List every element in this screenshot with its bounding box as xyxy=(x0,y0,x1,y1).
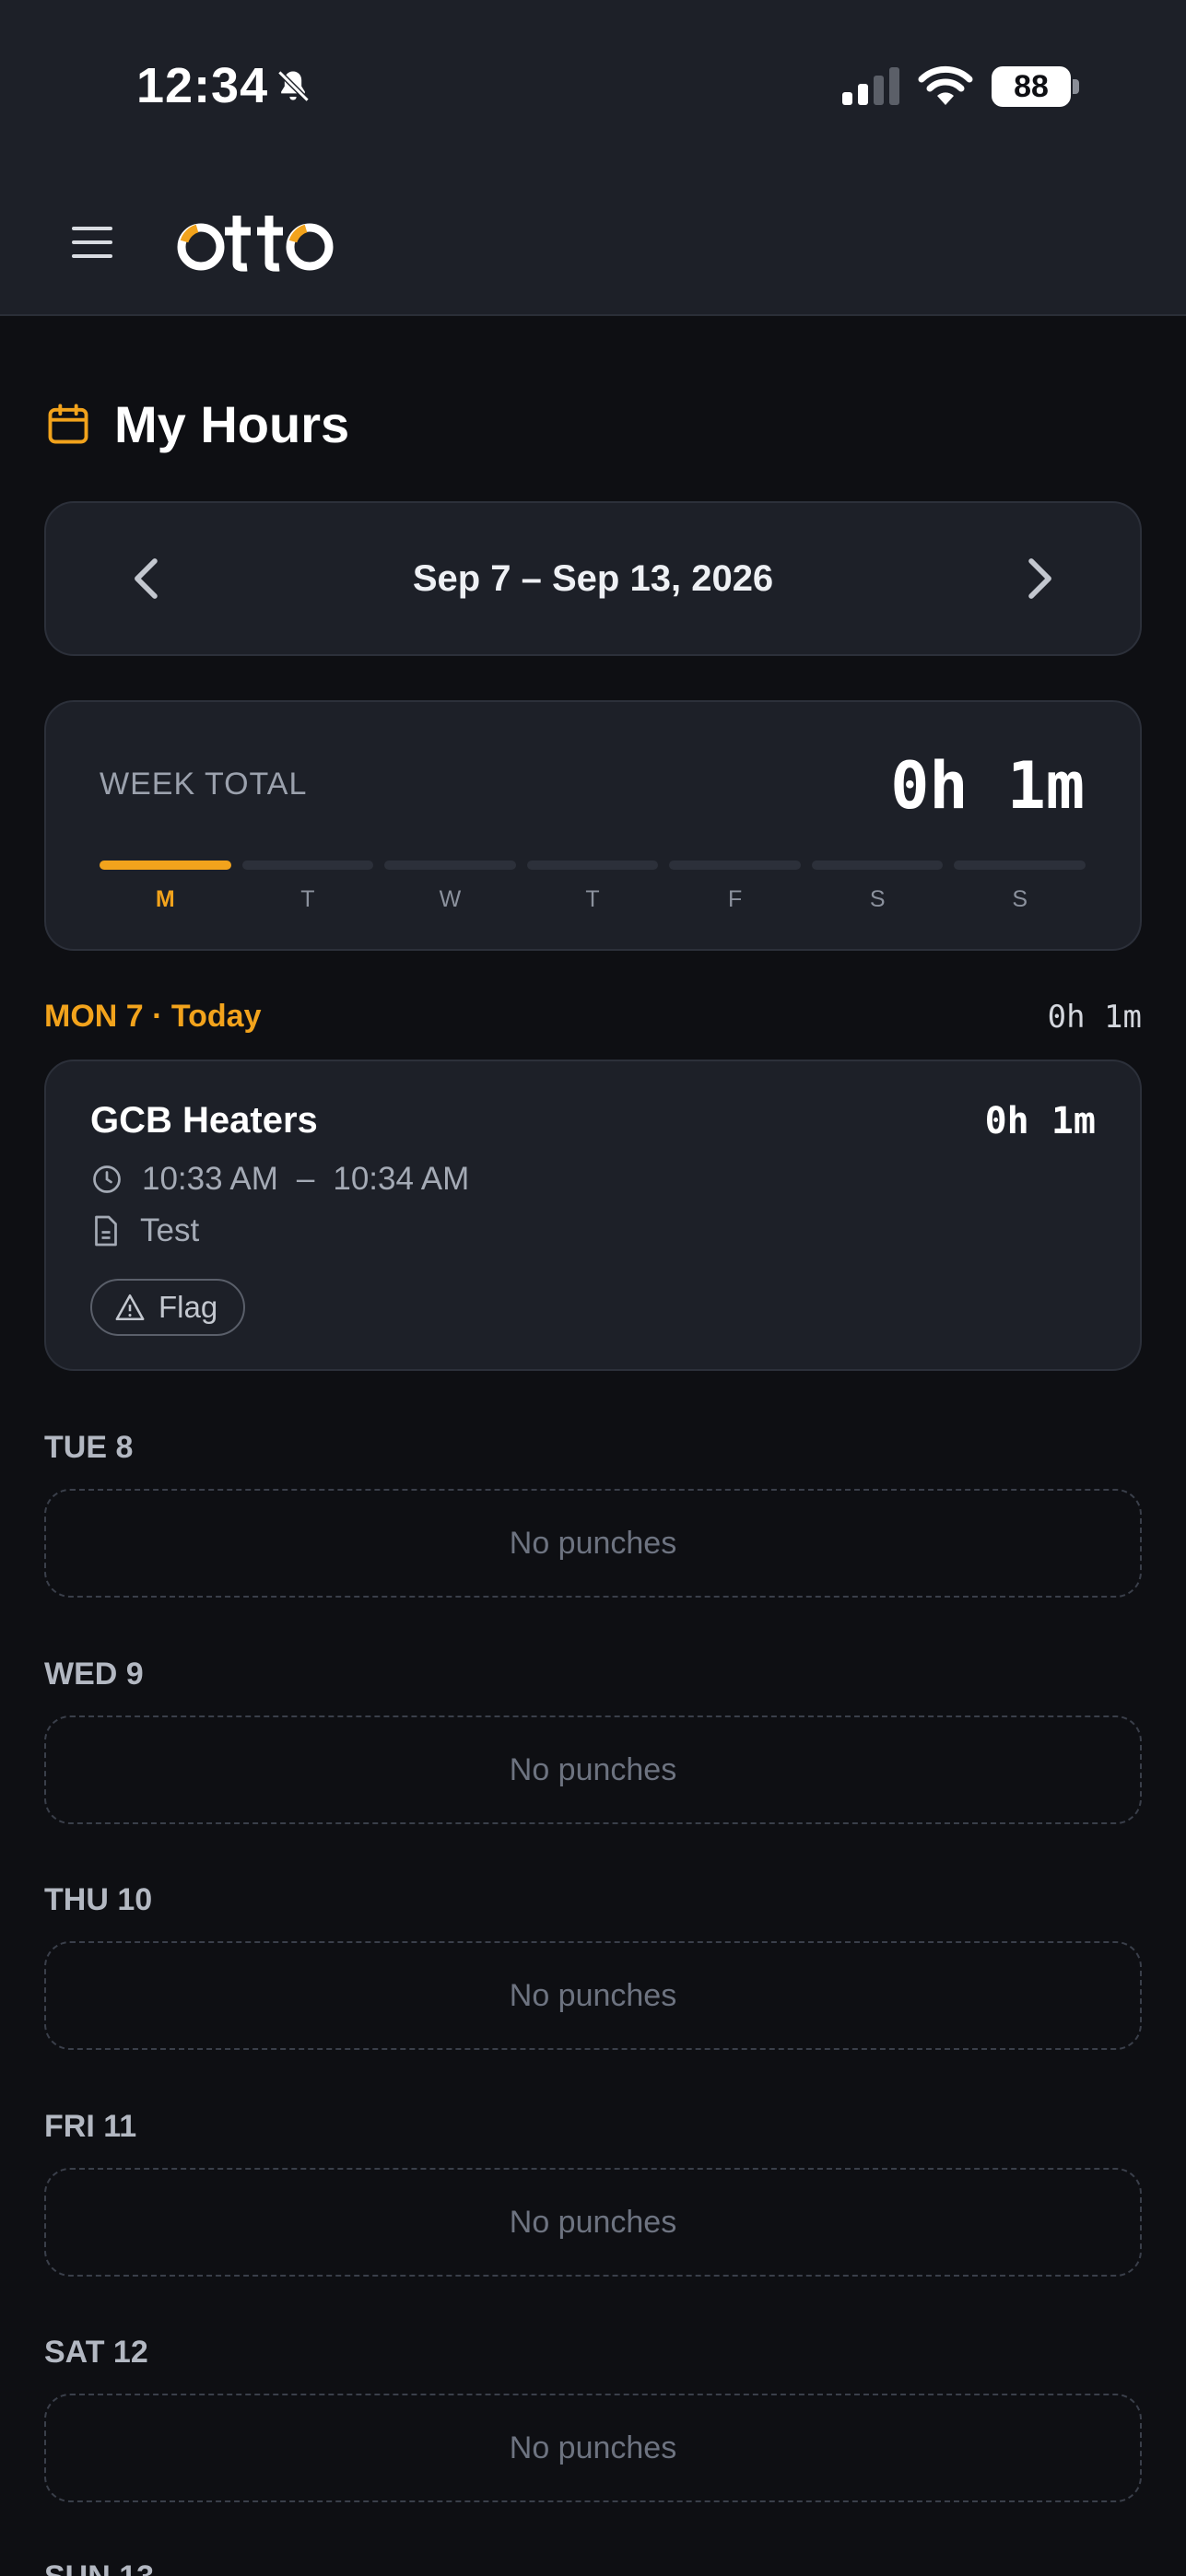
punch-end: 10:34 AM xyxy=(333,1161,470,1197)
calendar-icon xyxy=(48,404,88,444)
weekday-col: M xyxy=(100,861,231,927)
document-icon xyxy=(95,1215,117,1247)
flag-label: Flag xyxy=(159,1290,218,1324)
day-header-tue: TUE 8 xyxy=(44,1430,134,1465)
bell-muted-icon xyxy=(277,70,310,102)
battery-indicator: 88 xyxy=(992,66,1080,107)
weekday-col: F xyxy=(669,861,801,927)
battery-level: 88 xyxy=(1014,69,1049,104)
weekday-col: T xyxy=(241,861,374,927)
punch-card[interactable]: GCB Heaters 0h 1m 10:33 AM – 10:34 AM Te… xyxy=(44,1060,1142,1371)
top-bar: 12:34 88 otto xyxy=(0,0,1186,316)
punch-time-range: 10:33 AM – 10:34 AM xyxy=(90,1161,469,1198)
day-letter: S xyxy=(1012,886,1028,912)
empty-day-placeholder: No punches xyxy=(44,1941,1142,2050)
day-header-fri: FRI 11 xyxy=(44,2109,137,2144)
week-range-label: Sep 7 – Sep 13, 2026 xyxy=(412,558,774,599)
chevron-right-icon[interactable] xyxy=(1004,544,1074,614)
weekday-progress: M T W T F S S xyxy=(100,861,1086,927)
punch-start: 10:33 AM xyxy=(142,1161,278,1197)
page-heading: My Hours xyxy=(44,387,349,461)
day-letter: M xyxy=(155,886,175,912)
page-title: My Hours xyxy=(114,394,350,453)
day-total-mon: 0h 1m xyxy=(1047,999,1142,1036)
weekday-col: T xyxy=(526,861,659,927)
day-header-sun: SUN 13 xyxy=(44,2559,154,2576)
chevron-left-icon[interactable] xyxy=(112,544,182,614)
punch-note: Test xyxy=(90,1212,199,1249)
warning-icon xyxy=(115,1294,145,1321)
otto-logo: otto xyxy=(171,201,334,272)
day-letter: W xyxy=(439,886,462,912)
clock-icon xyxy=(93,1165,121,1193)
weekday-col: S xyxy=(811,861,944,927)
empty-day-placeholder: No punches xyxy=(44,1715,1142,1824)
day-header-mon: MON 7 · Today xyxy=(44,999,262,1034)
day-header-sat: SAT 12 xyxy=(44,2335,148,2370)
svg-text:otto: otto xyxy=(171,201,173,202)
punch-separator: – xyxy=(296,1161,315,1197)
day-progress-fill xyxy=(100,861,231,870)
punch-note-text: Test xyxy=(140,1212,200,1248)
menu-icon[interactable] xyxy=(65,217,120,267)
job-name: GCB Heaters xyxy=(90,1100,318,1141)
empty-day-placeholder: No punches xyxy=(44,2394,1142,2502)
weekday-col: S xyxy=(954,861,1086,927)
wifi-icon xyxy=(918,65,973,105)
empty-day-placeholder: No punches xyxy=(44,1489,1142,1598)
cellular-signal-icon xyxy=(842,67,899,105)
day-letter: F xyxy=(727,886,743,912)
punch-duration: 0h 1m xyxy=(984,1100,1096,1142)
day-letter: T xyxy=(300,886,315,912)
empty-day-placeholder: No punches xyxy=(44,2168,1142,2277)
day-header-wed: WED 9 xyxy=(44,1657,144,1692)
weekday-col: W xyxy=(384,861,516,927)
flag-button[interactable]: Flag xyxy=(90,1279,246,1336)
day-letter: S xyxy=(869,886,886,912)
day-letter: T xyxy=(585,886,600,912)
week-total-value: 0h 1m xyxy=(890,748,1085,824)
status-time: 12:34 xyxy=(136,58,269,113)
day-header-thu: THU 10 xyxy=(44,1882,153,1917)
week-total-label: WEEK TOTAL xyxy=(100,767,308,802)
battery-nub xyxy=(1073,79,1079,94)
week-navigator: Sep 7 – Sep 13, 2026 xyxy=(44,501,1142,656)
